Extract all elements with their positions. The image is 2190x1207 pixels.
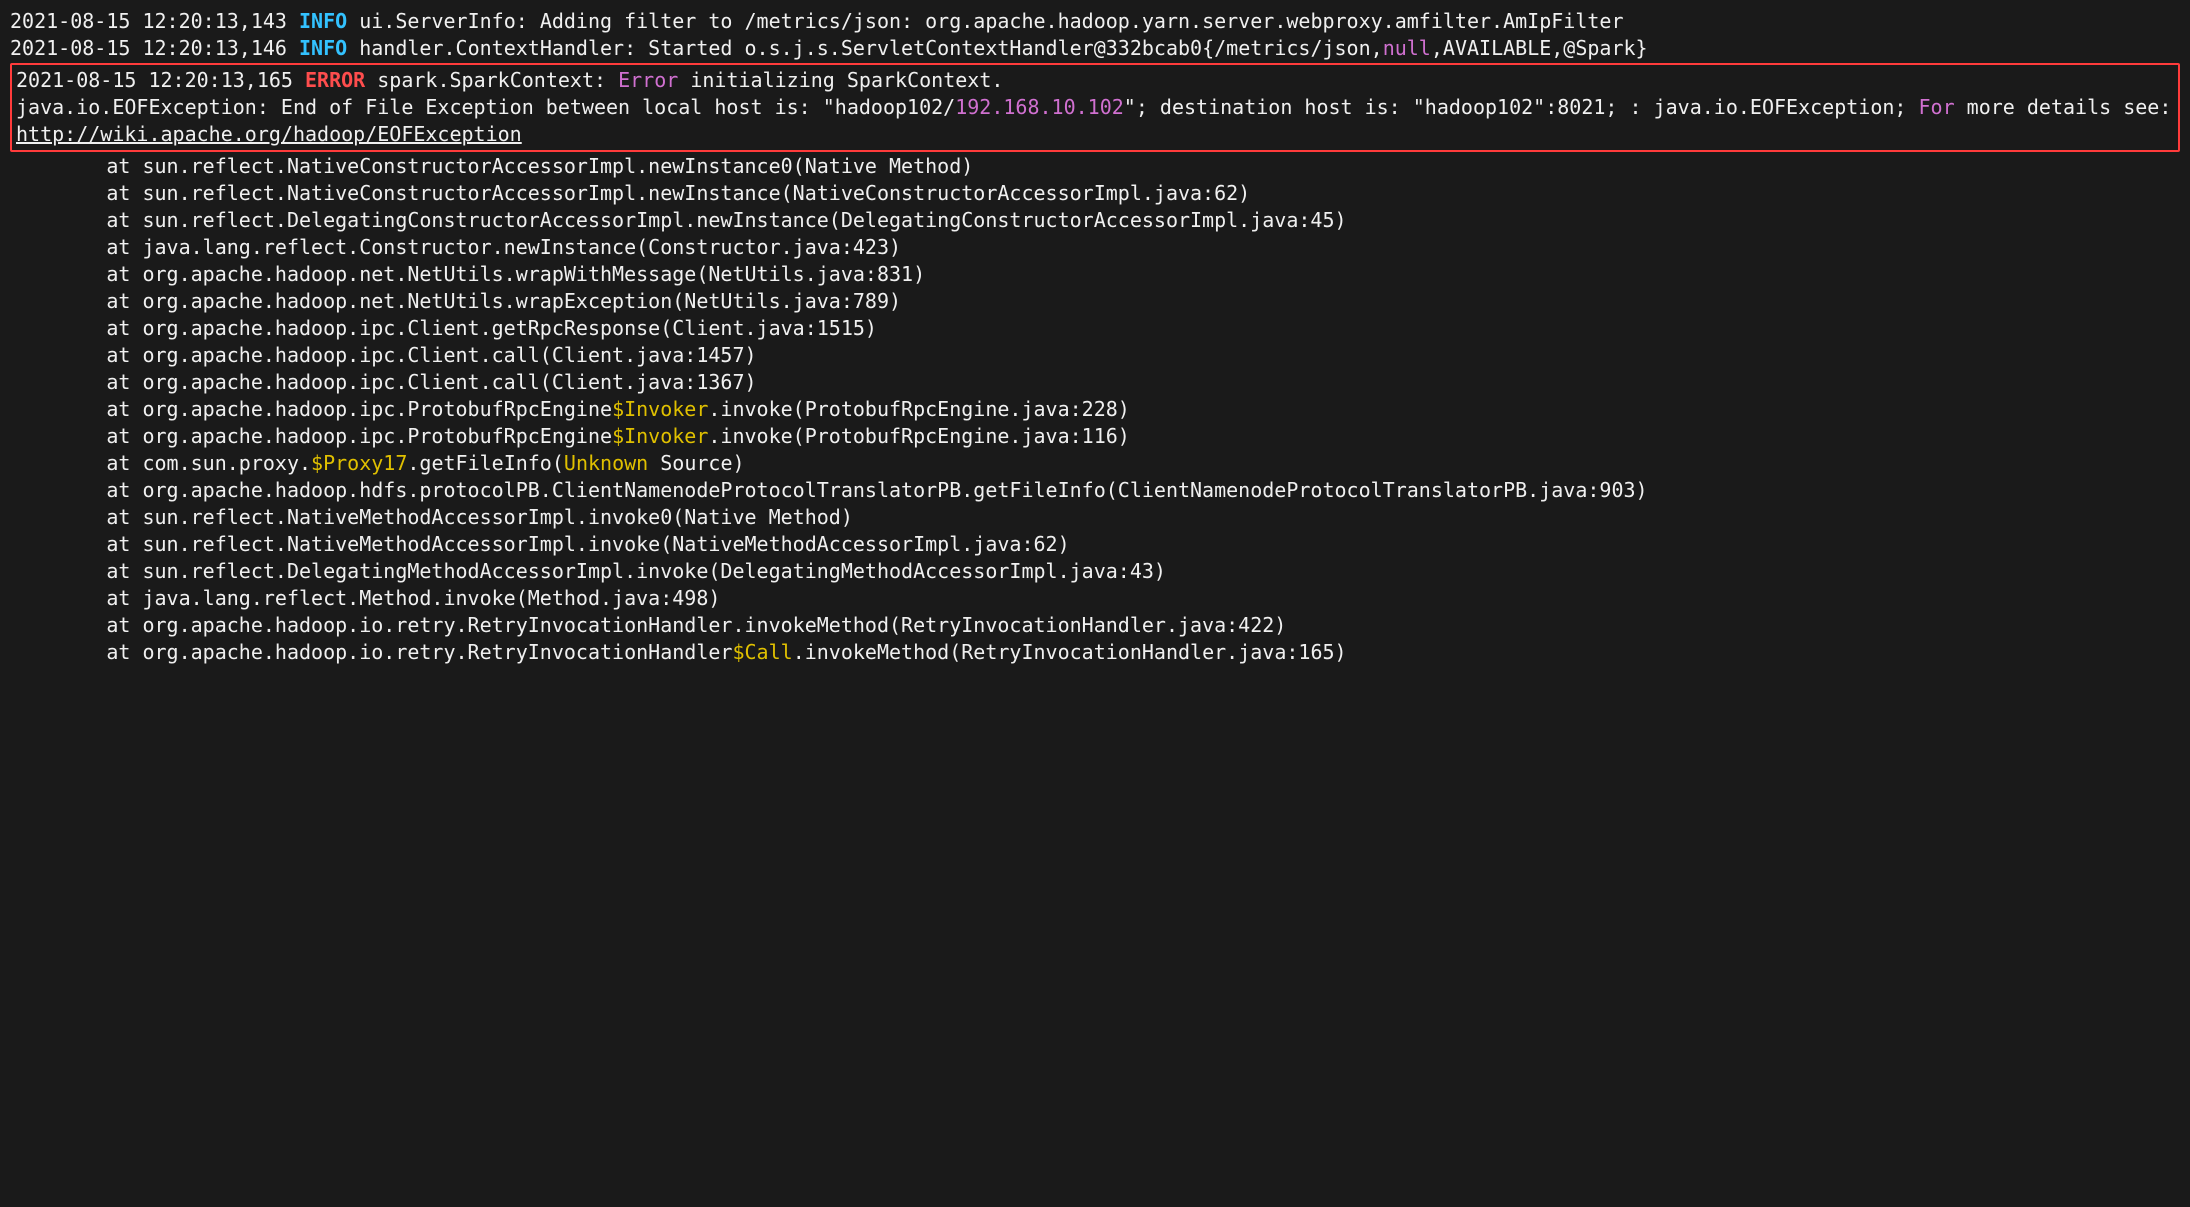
stack-line: at org.apache.hadoop.ipc.Client.call(Cli… bbox=[10, 370, 757, 394]
inner-class: $Call bbox=[732, 640, 792, 664]
null-token: null bbox=[1383, 36, 1431, 60]
stack-line: at org.apache.hadoop.ipc.Client.getRpcRe… bbox=[10, 316, 877, 340]
unknown-source: Unknown bbox=[564, 451, 648, 475]
stack-line: at sun.reflect.DelegatingConstructorAcce… bbox=[10, 208, 1347, 232]
stack-line: at org.apache.hadoop.io.retry.RetryInvoc… bbox=[10, 613, 1286, 637]
stack-line: at sun.reflect.DelegatingMethodAccessorI… bbox=[10, 559, 1166, 583]
log-line: 2021-08-15 12:20:13,143 INFO ui.ServerIn… bbox=[10, 9, 1624, 33]
stack-line: at sun.reflect.NativeMethodAccessorImpl.… bbox=[10, 505, 853, 529]
stack-line: at org.apache.hadoop.ipc.ProtobufRpcEngi… bbox=[10, 424, 1130, 448]
stack-line: at org.apache.hadoop.ipc.ProtobufRpcEngi… bbox=[10, 397, 1130, 421]
level-error: ERROR bbox=[305, 68, 365, 92]
stack-line: at sun.reflect.NativeConstructorAccessor… bbox=[10, 154, 973, 178]
level-info: INFO bbox=[299, 36, 347, 60]
stack-line: at sun.reflect.NativeMethodAccessorImpl.… bbox=[10, 532, 1070, 556]
error-token: Error bbox=[618, 68, 678, 92]
inner-class: $Invoker bbox=[612, 424, 708, 448]
stack-line: at org.apache.hadoop.io.retry.RetryInvoc… bbox=[10, 640, 1347, 664]
stack-line: at org.apache.hadoop.ipc.Client.call(Cli… bbox=[10, 343, 757, 367]
stack-line: at org.apache.hadoop.net.NetUtils.wrapEx… bbox=[10, 289, 901, 313]
inner-class: $Invoker bbox=[612, 397, 708, 421]
log-output: 2021-08-15 12:20:13,143 INFO ui.ServerIn… bbox=[0, 0, 2190, 674]
error-highlight: 2021-08-15 12:20:13,165 ERROR spark.Spar… bbox=[10, 63, 2180, 152]
stack-line: at org.apache.hadoop.hdfs.protocolPB.Cli… bbox=[10, 478, 1648, 502]
proxy-class: $Proxy17 bbox=[311, 451, 407, 475]
stack-line: at java.lang.reflect.Constructor.newInst… bbox=[10, 235, 901, 259]
log-line: 2021-08-15 12:20:13,146 INFO handler.Con… bbox=[10, 36, 1648, 60]
ip-address: 192.168.10.102 bbox=[955, 95, 1124, 119]
stack-line: at com.sun.proxy.$Proxy17.getFileInfo(Un… bbox=[10, 451, 745, 475]
stack-line: at org.apache.hadoop.net.NetUtils.wrapWi… bbox=[10, 262, 925, 286]
stack-line: at sun.reflect.NativeConstructorAccessor… bbox=[10, 181, 1250, 205]
hadoop-wiki-link[interactable]: http://wiki.apache.org/hadoop/EOFExcepti… bbox=[16, 122, 522, 146]
level-info: INFO bbox=[299, 9, 347, 33]
stack-line: at java.lang.reflect.Method.invoke(Metho… bbox=[10, 586, 720, 610]
keyword-for: For bbox=[1919, 95, 1955, 119]
